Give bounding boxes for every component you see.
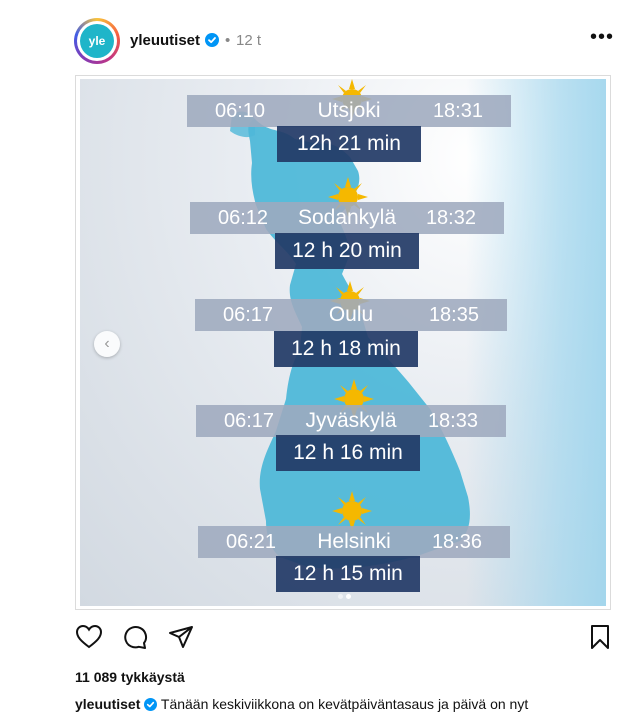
verified-badge-icon xyxy=(205,33,219,47)
post-header: yle yleuutiset • 12 t ••• xyxy=(74,18,614,64)
post-caption: yleuutiset Tänään keskiviikkona on kevät… xyxy=(75,696,615,712)
username[interactable]: yleuutiset xyxy=(130,32,200,49)
carousel-indicator xyxy=(338,586,354,604)
heart-icon[interactable] xyxy=(75,623,103,651)
sunset-time: 18:32 xyxy=(425,207,476,229)
chevron-left-icon: ‹ xyxy=(104,335,110,352)
sunset-time: 18:33 xyxy=(427,410,478,432)
day-length: 12 h 20 min xyxy=(275,233,419,269)
action-bar xyxy=(75,623,615,653)
share-icon[interactable] xyxy=(167,623,195,651)
yle-logo: yle xyxy=(80,24,114,58)
carousel-dot-active xyxy=(346,594,351,599)
comment-icon[interactable] xyxy=(121,623,149,651)
previous-slide-button[interactable]: ‹ xyxy=(94,331,120,357)
city-row-oulu: 06:17 Oulu 18:35 xyxy=(195,299,507,331)
carousel-dot xyxy=(338,594,343,599)
city-row-sodankyla: 06:12 Sodankylä 18:32 xyxy=(190,202,504,234)
sunset-time: 18:35 xyxy=(428,304,479,326)
caption-username[interactable]: yleuutiset xyxy=(75,696,140,712)
city-row-utsjoki: 06:10 Utsjoki 18:31 xyxy=(187,95,511,127)
verified-badge-icon xyxy=(144,698,158,711)
avatar[interactable]: yle xyxy=(74,18,120,64)
day-length: 12 h 18 min xyxy=(274,331,418,367)
city-row-jyvaskyla: 06:17 Jyväskylä 18:33 xyxy=(196,405,506,437)
weather-slide: 06:10 Utsjoki 18:31 12h 21 min 06:12 Sod… xyxy=(80,79,606,606)
separator-dot: • xyxy=(225,32,231,49)
post-media: 06:10 Utsjoki 18:31 12h 21 min 06:12 Sod… xyxy=(75,75,611,610)
sunset-time: 18:31 xyxy=(432,100,483,122)
post-time[interactable]: 12 t xyxy=(236,32,261,49)
likes-count[interactable]: 11 089 tykkäystä xyxy=(75,669,185,685)
bookmark-icon[interactable] xyxy=(586,623,614,651)
more-options-icon[interactable]: ••• xyxy=(590,26,614,49)
day-length: 12 h 16 min xyxy=(276,435,420,471)
sunset-time: 18:36 xyxy=(431,531,482,553)
city-row-helsinki: 06:21 Helsinki 18:36 xyxy=(198,526,510,558)
caption-text: Tänään keskiviikkona on kevätpäiväntasau… xyxy=(160,696,529,712)
day-length: 12h 21 min xyxy=(277,126,421,162)
